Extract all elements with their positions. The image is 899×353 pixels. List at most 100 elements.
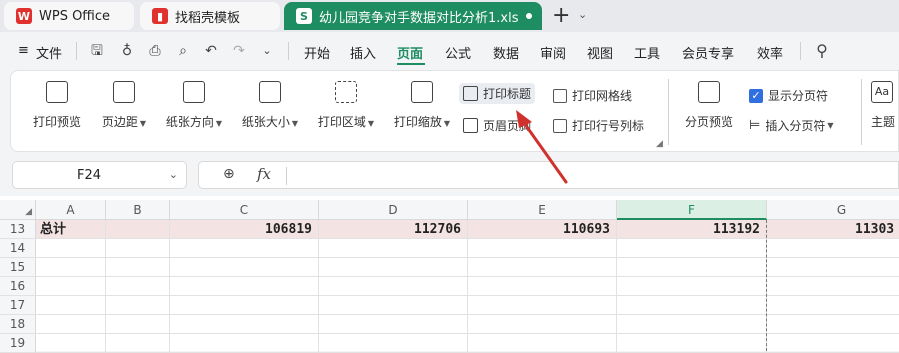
redo-icon[interactable]: ↷: [230, 42, 248, 60]
menu-formula[interactable]: 公式: [445, 43, 471, 62]
column-header-f[interactable]: F: [617, 200, 767, 220]
format-painter-icon[interactable]: ♁: [118, 42, 136, 60]
cell[interactable]: [468, 334, 617, 353]
print-titles-button[interactable]: 打印标题: [459, 83, 536, 104]
menu-page[interactable]: 页面: [397, 43, 423, 62]
cell[interactable]: [106, 239, 170, 258]
cell[interactable]: 113192: [617, 220, 767, 239]
menu-home[interactable]: 开始: [304, 43, 330, 62]
insert-page-break-button[interactable]: ⊨ 插入分页符 ▼: [749, 117, 834, 134]
column-header-g[interactable]: G: [767, 200, 899, 220]
save-icon[interactable]: 🖫: [88, 42, 106, 60]
formula-input[interactable]: ⊕ fx: [198, 161, 899, 189]
row-header[interactable]: 15: [0, 258, 36, 277]
tab-list-chevron-icon[interactable]: ⌄: [578, 8, 587, 21]
chevron-down-icon[interactable]: ⌄: [169, 168, 178, 181]
cell[interactable]: [319, 277, 468, 296]
theme-button[interactable]: Aa 主题: [871, 81, 899, 130]
print-scale-button[interactable]: 打印缩放 ▼: [385, 81, 459, 130]
cell[interactable]: [767, 258, 899, 277]
menu-view[interactable]: 视图: [587, 43, 613, 62]
column-header-b[interactable]: B: [106, 200, 170, 220]
cell[interactable]: [617, 315, 767, 334]
dialog-launcher-icon[interactable]: ◢: [656, 139, 663, 149]
menu-review[interactable]: 审阅: [540, 43, 566, 62]
cell[interactable]: [106, 315, 170, 334]
row-header[interactable]: 16: [0, 277, 36, 296]
cell[interactable]: [767, 277, 899, 296]
menu-data[interactable]: 数据: [493, 43, 519, 62]
menu-efficiency[interactable]: 效率: [757, 43, 783, 62]
cell[interactable]: [617, 296, 767, 315]
column-header-d[interactable]: D: [319, 200, 468, 220]
row-header[interactable]: 17: [0, 296, 36, 315]
hamburger-icon[interactable]: ≡: [18, 43, 29, 58]
quick-access-chevron-icon[interactable]: ⌄: [258, 42, 276, 60]
name-box[interactable]: F24 ⌄: [12, 161, 187, 189]
tab-docer-templates[interactable]: ▮ 找稻壳模板: [140, 2, 280, 30]
cell[interactable]: [767, 296, 899, 315]
menu-insert[interactable]: 插入: [350, 43, 376, 62]
menu-member[interactable]: 会员专享: [682, 43, 734, 62]
cell[interactable]: [36, 277, 106, 296]
print-row-col-headers-checkbox[interactable]: 打印行号列标: [553, 117, 644, 134]
margins-button[interactable]: 页边距 ▼: [93, 81, 155, 130]
cell[interactable]: [468, 296, 617, 315]
row-header[interactable]: 13: [0, 220, 36, 239]
cell[interactable]: [36, 315, 106, 334]
column-header-a[interactable]: A: [36, 200, 106, 220]
cell[interactable]: [319, 239, 468, 258]
cell[interactable]: 11303: [767, 220, 899, 239]
cell[interactable]: [170, 239, 319, 258]
print-icon[interactable]: ⎙: [146, 42, 164, 60]
print-area-button[interactable]: 打印区域 ▼: [309, 81, 383, 130]
cell[interactable]: [617, 239, 767, 258]
cell[interactable]: [319, 296, 468, 315]
cell[interactable]: [767, 315, 899, 334]
cell[interactable]: [617, 334, 767, 353]
column-header-c[interactable]: C: [170, 200, 319, 220]
cell[interactable]: [767, 239, 899, 258]
cell[interactable]: [468, 239, 617, 258]
new-tab-plus-icon[interactable]: +: [552, 3, 570, 28]
cell[interactable]: 110693: [468, 220, 617, 239]
cell[interactable]: [617, 258, 767, 277]
page-break-preview-button[interactable]: 分页预览: [677, 81, 741, 130]
print-gridlines-checkbox[interactable]: 打印网格线: [553, 87, 632, 104]
cell[interactable]: [170, 296, 319, 315]
column-header-e[interactable]: E: [468, 200, 617, 220]
cell[interactable]: [36, 239, 106, 258]
cell[interactable]: [319, 334, 468, 353]
show-page-breaks-checkbox[interactable]: ✓ 显示分页符: [749, 87, 828, 104]
row-header[interactable]: 14: [0, 239, 36, 258]
header-footer-button[interactable]: 页眉页脚: [463, 117, 531, 134]
fx-icon[interactable]: fx: [257, 165, 271, 183]
cell[interactable]: [106, 277, 170, 296]
menu-tools[interactable]: 工具: [634, 43, 660, 62]
print-preview-quick-icon[interactable]: ⌕: [174, 42, 192, 60]
tab-wps-office[interactable]: W WPS Office: [4, 2, 134, 30]
cell[interactable]: [170, 334, 319, 353]
paper-size-button[interactable]: 纸张大小 ▼: [233, 81, 307, 130]
spreadsheet-grid[interactable]: ◢ A B C D E F G 13 总计 106819 112706 110693 11…: [0, 196, 899, 353]
search-icon[interactable]: ⚲: [813, 42, 831, 60]
cell[interactable]: 总计: [36, 220, 106, 239]
row-header[interactable]: 19: [0, 334, 36, 353]
cell[interactable]: [468, 315, 617, 334]
menu-file[interactable]: 文件: [36, 43, 62, 62]
print-preview-button[interactable]: 打印预览: [27, 81, 87, 130]
zoom-magnifier-icon[interactable]: ⊕: [223, 166, 235, 182]
cell[interactable]: [36, 296, 106, 315]
cell[interactable]: [319, 258, 468, 277]
select-all-corner[interactable]: ◢: [0, 200, 36, 220]
cell[interactable]: [170, 315, 319, 334]
cell[interactable]: [36, 334, 106, 353]
cell[interactable]: 112706: [319, 220, 468, 239]
cell[interactable]: [36, 258, 106, 277]
cell[interactable]: 106819: [170, 220, 319, 239]
cell[interactable]: [468, 258, 617, 277]
cell[interactable]: [170, 258, 319, 277]
cell[interactable]: [468, 277, 617, 296]
cell[interactable]: [617, 277, 767, 296]
cell[interactable]: [106, 258, 170, 277]
